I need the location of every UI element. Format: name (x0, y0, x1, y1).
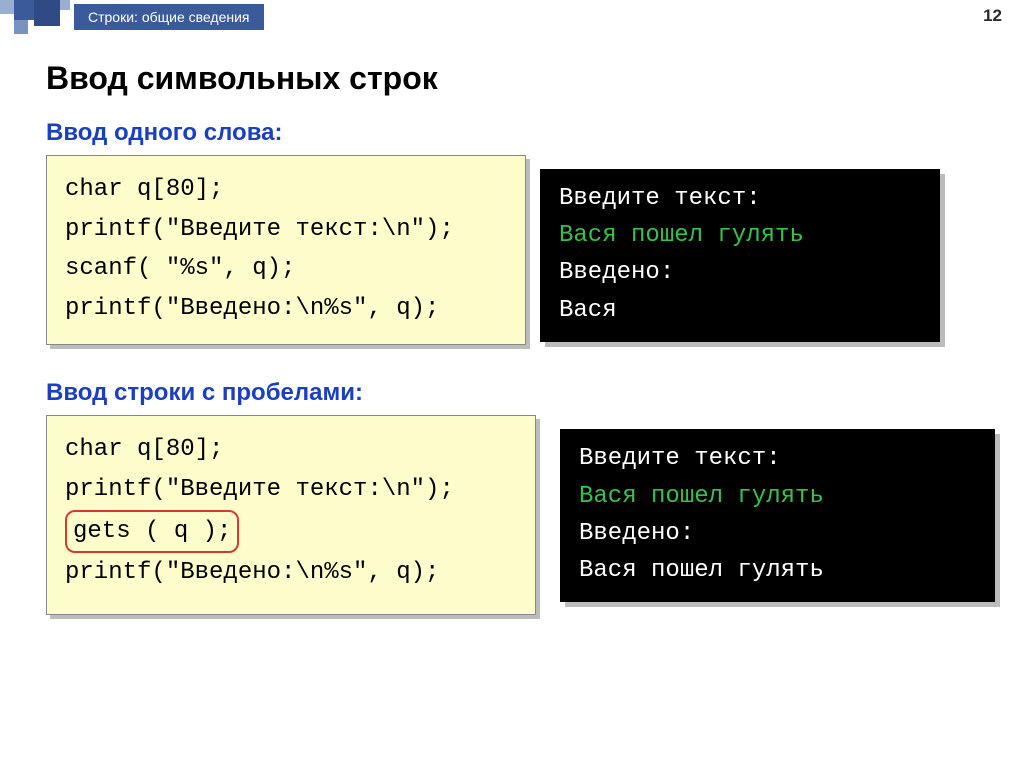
code-line: scanf( "%s", q); (65, 249, 507, 289)
term-line: Вася пошел гулять (579, 552, 976, 589)
section2-pair: char q[80]; printf("Введите текст:\n"); … (40, 415, 994, 615)
section2-heading: Ввод строки с пробелами: (46, 379, 994, 407)
code-line: gets ( q ); (65, 510, 517, 554)
terminal-output-1: Введите текст: Вася пошел гулять Введено… (540, 169, 940, 342)
page-number: 12 (983, 6, 1002, 26)
term-line: Введите текст: (579, 440, 976, 477)
breadcrumb: Строки: общие сведения (74, 4, 264, 30)
term-line: Введите текст: (559, 180, 921, 217)
section1-heading: Ввод одного слова: (46, 119, 994, 147)
term-line: Введено: (559, 254, 921, 291)
page-title: Ввод символьных строк (46, 60, 994, 97)
slide-content: Ввод символьных строк Ввод одного слова:… (0, 34, 1024, 615)
top-bar: Строки: общие сведения 12 (0, 0, 1024, 34)
decorative-squares (0, 0, 70, 34)
term-input-line: Вася пошел гулять (559, 217, 921, 254)
code-line: printf("Введите текст:\n"); (65, 470, 517, 510)
code-box-1: char q[80]; printf("Введите текст:\n"); … (46, 155, 526, 345)
code-line: char q[80]; (65, 430, 517, 470)
section1-pair: char q[80]; printf("Введите текст:\n"); … (40, 155, 994, 345)
terminal-output-2: Введите текст: Вася пошел гулять Введено… (560, 429, 995, 602)
term-input-line: Вася пошел гулять (579, 478, 976, 515)
term-line: Вася (559, 292, 921, 329)
code-line: printf("Введите текст:\n"); (65, 210, 507, 250)
term-line: Введено: (579, 515, 976, 552)
gets-highlight: gets ( q ); (65, 510, 239, 554)
code-line: char q[80]; (65, 170, 507, 210)
code-box-2: char q[80]; printf("Введите текст:\n"); … (46, 415, 536, 615)
code-line: printf("Введено:\n%s", q); (65, 289, 507, 329)
code-line: printf("Введено:\n%s", q); (65, 553, 517, 593)
